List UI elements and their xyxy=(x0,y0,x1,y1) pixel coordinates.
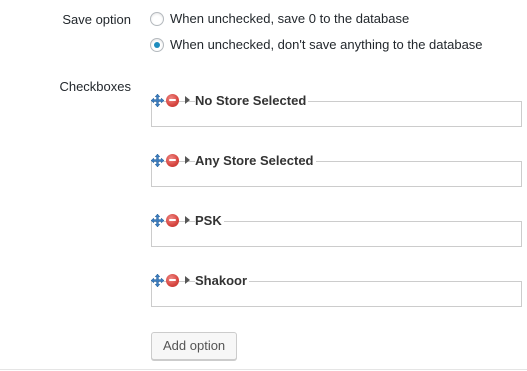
expand-arrow-icon[interactable] xyxy=(185,156,190,164)
save-option-radio-1[interactable]: When unchecked, save 0 to the database xyxy=(150,11,409,26)
save-option-radio-2[interactable]: When unchecked, don't save anything to t… xyxy=(150,37,483,52)
divider xyxy=(0,369,527,370)
move-icon[interactable] xyxy=(151,93,164,107)
option-title: Any Store Selected xyxy=(195,152,316,168)
expand-arrow-icon[interactable] xyxy=(185,216,190,224)
radio-button-selected[interactable] xyxy=(150,37,164,52)
expand-arrow-icon[interactable] xyxy=(185,96,190,104)
radio-label: When unchecked, don't save anything to t… xyxy=(170,37,483,52)
remove-icon[interactable] xyxy=(166,153,179,167)
move-icon[interactable] xyxy=(151,153,164,167)
checkbox-option: PSK xyxy=(151,212,522,247)
radio-button[interactable] xyxy=(150,11,164,26)
checkboxes-label: Checkboxes xyxy=(59,79,131,94)
remove-icon[interactable] xyxy=(166,273,179,287)
option-title: Shakoor xyxy=(195,272,250,288)
add-option-button[interactable]: Add option xyxy=(151,332,238,360)
save-option-label: Save option xyxy=(62,12,131,27)
option-title: PSK xyxy=(195,212,224,228)
move-icon[interactable] xyxy=(151,273,164,287)
expand-arrow-icon[interactable] xyxy=(185,276,190,284)
checkbox-option: Shakoor xyxy=(151,272,522,307)
radio-label: When unchecked, save 0 to the database xyxy=(170,11,410,26)
checkbox-option: No Store Selected xyxy=(151,92,522,127)
option-title: No Store Selected xyxy=(195,92,309,108)
radio-dot-icon xyxy=(154,41,160,48)
remove-icon[interactable] xyxy=(166,213,179,227)
move-icon[interactable] xyxy=(151,213,164,227)
checkbox-option: Any Store Selected xyxy=(151,152,522,187)
remove-icon[interactable] xyxy=(166,93,179,107)
